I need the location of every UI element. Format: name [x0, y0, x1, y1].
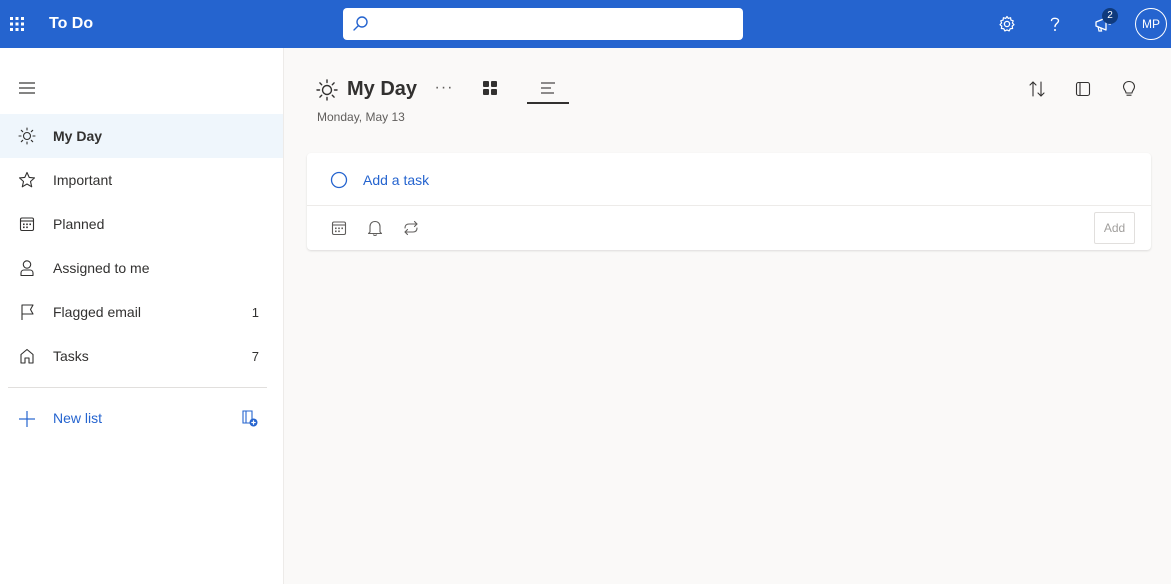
- sidebar-item-tasks[interactable]: Tasks 7: [0, 334, 283, 378]
- sidebar-item-assigned-to-me[interactable]: Assigned to me: [0, 246, 283, 290]
- star-icon: [17, 170, 37, 190]
- new-list-label: New list: [53, 410, 103, 426]
- card-divider: [307, 205, 1151, 206]
- circle-icon: [330, 171, 348, 189]
- home-icon: [17, 346, 37, 366]
- notification-badge: 2: [1102, 8, 1118, 24]
- sidebar-item-count: 7: [251, 348, 259, 364]
- sidebar-item-my-day[interactable]: My Day: [0, 114, 283, 158]
- sidebar-divider: [8, 387, 267, 388]
- menu-toggle-icon[interactable]: [15, 76, 39, 100]
- add-task-card: Add: [307, 153, 1151, 250]
- sun-icon: [17, 126, 37, 146]
- page-title: My Day: [347, 78, 418, 100]
- sidebar-item-label: Important: [53, 172, 113, 188]
- search-icon: [353, 16, 368, 31]
- list-view-icon[interactable]: [527, 74, 569, 104]
- due-date-icon[interactable]: [327, 216, 351, 240]
- app-launcher-icon[interactable]: [0, 0, 34, 48]
- flag-icon: [17, 302, 37, 322]
- sidebar-item-label: Tasks: [53, 348, 89, 364]
- lightbulb-icon[interactable]: [1117, 77, 1141, 101]
- sidebar-item-label: Assigned to me: [53, 260, 150, 276]
- top-bar: To Do 2 MP: [0, 0, 1171, 48]
- sun-icon: [316, 79, 338, 101]
- more-options-button[interactable]: ···: [432, 78, 456, 102]
- grid-view-icon[interactable]: [476, 74, 504, 102]
- sidebar-item-planned[interactable]: Planned: [0, 202, 283, 246]
- sidebar-item-label: Planned: [53, 216, 105, 232]
- add-task-button[interactable]: Add: [1094, 212, 1135, 244]
- sidebar-item-flagged-email[interactable]: Flagged email 1: [0, 290, 283, 334]
- calendar-icon: [17, 214, 37, 234]
- add-task-input[interactable]: [363, 163, 1123, 197]
- app-title[interactable]: To Do: [49, 0, 93, 48]
- new-group-icon[interactable]: [240, 409, 260, 429]
- plus-icon: [19, 411, 35, 427]
- help-icon[interactable]: [1043, 12, 1067, 36]
- details-pane-icon[interactable]: [1071, 77, 1095, 101]
- reminder-bell-icon[interactable]: [363, 216, 387, 240]
- sidebar-item-label: My Day: [53, 128, 103, 144]
- avatar[interactable]: MP: [1135, 8, 1167, 40]
- search-box[interactable]: [343, 8, 743, 40]
- sidebar-item-label: Flagged email: [53, 304, 141, 320]
- sidebar-item-important[interactable]: Important: [0, 158, 283, 202]
- person-icon: [17, 258, 37, 278]
- search-input[interactable]: [377, 8, 737, 40]
- page-date: Monday, May 13: [317, 110, 405, 124]
- sort-icon[interactable]: [1025, 77, 1049, 101]
- settings-gear-icon[interactable]: [995, 12, 1019, 36]
- sidebar-item-count: 1: [251, 304, 259, 320]
- sidebar: My Day Important Planned Assigned to me …: [0, 48, 284, 584]
- repeat-icon[interactable]: [399, 216, 423, 240]
